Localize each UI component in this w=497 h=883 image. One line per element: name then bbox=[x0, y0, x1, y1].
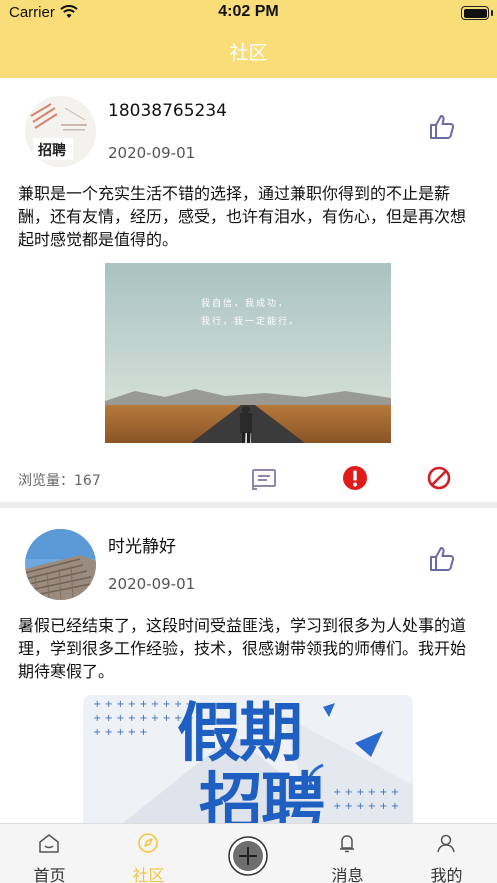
tab-community-label: 社区 bbox=[132, 866, 165, 883]
svg-text:+ + + + + +: + + + + + + bbox=[333, 787, 399, 798]
image-title-line-1: 假期 bbox=[177, 697, 303, 771]
svg-text:+ + + + + +: + + + + + + bbox=[333, 801, 399, 812]
add-icon[interactable] bbox=[227, 835, 269, 877]
post-content: 暑假已经结束了，这段时间受益匪浅，学习到很多为人处事的道理，学到很多工作经验，技… bbox=[18, 616, 467, 681]
comment-icon[interactable] bbox=[251, 466, 277, 492]
image-caption-line-1: 我自信，我成功， bbox=[201, 299, 290, 309]
bell-icon bbox=[340, 835, 354, 853]
block-icon[interactable] bbox=[426, 465, 452, 491]
page-title: 社区 bbox=[229, 42, 268, 64]
like-icon[interactable] bbox=[428, 545, 456, 573]
image-title-line-2: 招聘 bbox=[199, 767, 325, 823]
avatar[interactable]: 招聘 bbox=[25, 96, 96, 167]
avatar-text: 招聘 bbox=[38, 143, 66, 159]
view-count-value: 167 bbox=[74, 473, 101, 489]
nav-bar: 社区 bbox=[0, 26, 497, 78]
post-image[interactable]: + + + + + + + + + + + + + + + + + + + + … bbox=[83, 695, 413, 823]
tab-community[interactable]: 社区 bbox=[99, 824, 198, 883]
post-card: 招聘 18038765234 2020-09-01 兼职是一个充实生活不错的选择… bbox=[0, 78, 497, 502]
post-image[interactable]: 我自信，我成功， 我行，我一定能行。 bbox=[105, 263, 391, 443]
battery-icon bbox=[461, 6, 489, 20]
status-bar: Carrier 4:02 PM bbox=[0, 0, 497, 26]
post-date: 2020-09-01 bbox=[108, 575, 196, 593]
profile-icon bbox=[437, 834, 455, 853]
post-card: 时光静好 2020-09-01 暑假已经结束了，这段时间受益匪浅，学习到很多为人… bbox=[0, 508, 497, 823]
post-username[interactable]: 时光静好 bbox=[108, 532, 176, 557]
tab-home[interactable]: 首页 bbox=[0, 824, 99, 883]
image-caption-line-2: 我行，我一定能行。 bbox=[201, 317, 301, 327]
post-content: 兼职是一个充实生活不错的选择，通过兼职你得到的不止是薪酬，还有友情，经历，感受，… bbox=[18, 184, 467, 249]
community-icon bbox=[138, 833, 158, 853]
tab-bar: 首页 社区 消息 我的 bbox=[0, 823, 497, 883]
view-count: 浏览量：167 bbox=[18, 470, 101, 490]
tab-home-label: 首页 bbox=[33, 866, 66, 883]
home-icon bbox=[39, 834, 59, 853]
avatar[interactable] bbox=[25, 529, 96, 600]
svg-text:+ + + + +: + + + + + bbox=[93, 727, 148, 738]
post-date: 2020-09-01 bbox=[108, 144, 196, 162]
avatar-image bbox=[25, 529, 96, 600]
tab-messages-label: 消息 bbox=[331, 866, 364, 883]
like-icon[interactable] bbox=[428, 113, 456, 141]
clock: 4:02 PM bbox=[218, 3, 279, 20]
tab-messages[interactable]: 消息 bbox=[298, 824, 397, 883]
tab-profile[interactable]: 我的 bbox=[397, 824, 496, 883]
view-count-label: 浏览量： bbox=[18, 473, 74, 489]
tab-profile-label: 我的 bbox=[430, 866, 463, 883]
report-icon[interactable] bbox=[342, 465, 368, 491]
post-username[interactable]: 18038765234 bbox=[108, 101, 227, 121]
